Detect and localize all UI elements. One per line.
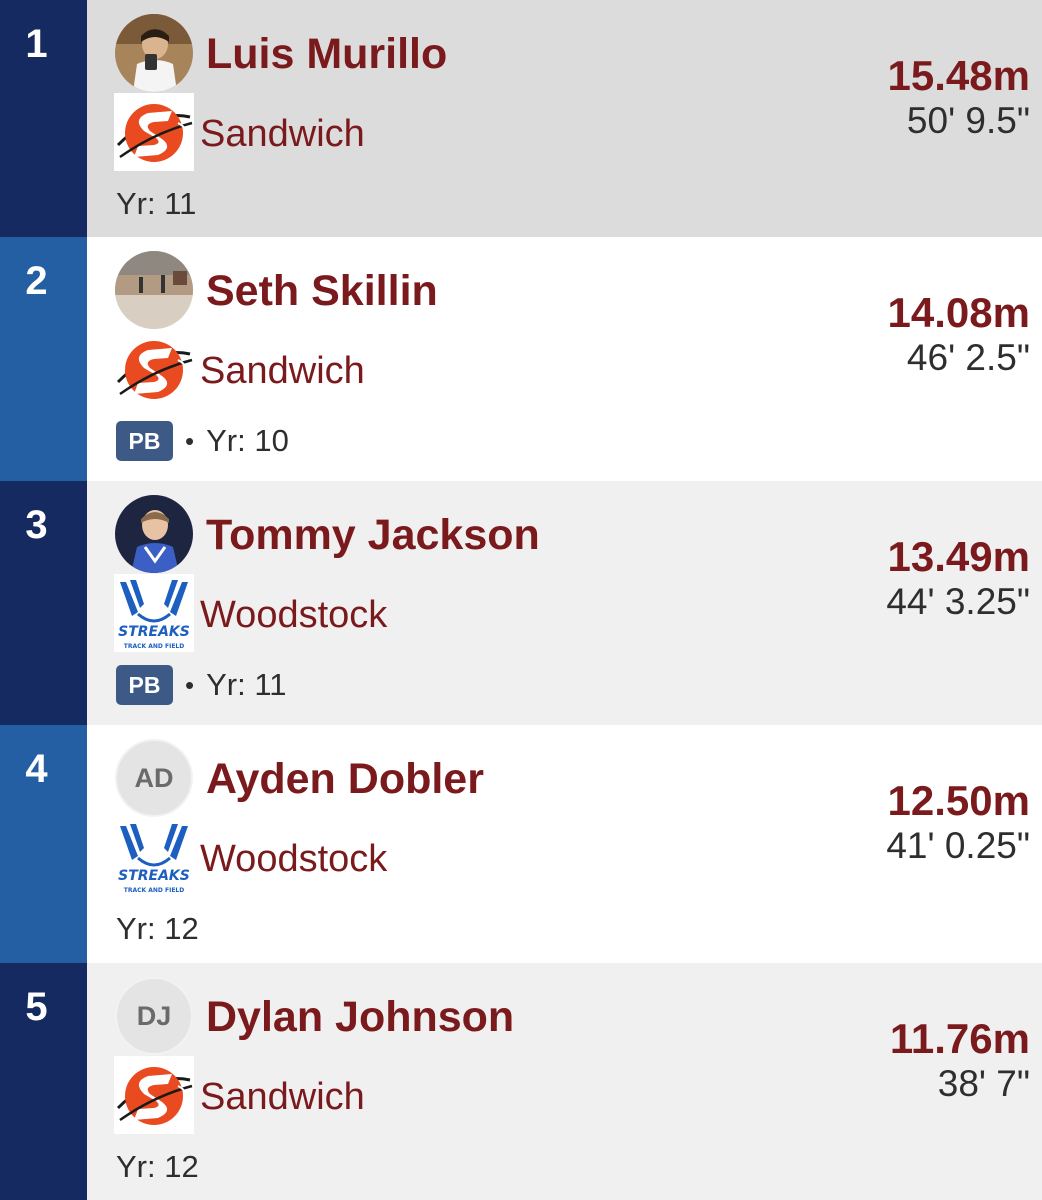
separator-dot: • [185,425,195,456]
athlete-meta: Yr: 12 [116,909,199,949]
athlete-meta: PB • Yr: 10 [116,421,289,461]
result-row[interactable]: 4 AD Ayden Dobler STREAKS TRACK AND FIEL… [0,725,1042,963]
results-list: 1 Luis Murillo Sandwich Yr: 11 15.48m 50… [0,0,1042,1200]
year-label: Yr: 11 [116,186,197,221]
athlete-avatar[interactable] [115,14,193,92]
team-name[interactable]: Sandwich [200,113,365,156]
athlete-name[interactable]: Ayden Dobler [206,755,484,804]
team-name[interactable]: Woodstock [200,594,387,637]
result-row[interactable]: 2 Seth Skillin Sandwich PB • Yr: 10 14.0… [0,237,1042,481]
rank: 1 [0,0,87,237]
year-label: Yr: 11 [206,667,287,702]
sandwich-logo [114,93,194,171]
mark-metric: 15.48m [887,52,1030,99]
streaks-subtitle: TRACK AND FIELD [124,643,184,650]
rank: 4 [0,725,87,963]
streaks-logo: STREAKS TRACK AND FIELD [114,574,194,652]
athlete-meta: PB • Yr: 11 [116,665,287,705]
athlete-avatar[interactable] [115,495,193,573]
team-name[interactable]: Sandwich [200,1076,365,1119]
mark-imperial: 46' 2.5" [906,337,1030,378]
athlete-meta: Yr: 12 [116,1147,199,1187]
pb-badge: PB [116,421,173,461]
athlete-avatar[interactable]: DJ [115,977,193,1055]
result-row[interactable]: 3 Tommy Jackson STREAKS TRACK AND FIELD [0,481,1042,725]
separator-dot: • [185,669,195,700]
mark-metric: 12.50m [887,777,1030,824]
result-row[interactable]: 5 DJ Dylan Johnson Sandwich Yr: 12 11.76… [0,963,1042,1200]
rank: 2 [0,237,87,481]
year-label: Yr: 10 [206,423,289,458]
mark-metric: 13.49m [887,533,1030,580]
mark-metric: 11.76m [889,1015,1030,1062]
team-name[interactable]: Sandwich [200,350,365,393]
athlete-avatar[interactable]: AD [115,739,193,817]
athlete-name[interactable]: Dylan Johnson [206,993,514,1042]
athlete-avatar[interactable] [115,251,193,329]
year-label: Yr: 12 [116,1149,199,1184]
athlete-name[interactable]: Tommy Jackson [206,511,540,560]
streaks-subtitle: TRACK AND FIELD [124,887,184,894]
athlete-meta: Yr: 11 [116,184,196,224]
rank: 5 [0,963,87,1200]
athlete-name[interactable]: Luis Murillo [206,30,447,79]
streaks-wordmark: STREAKS [118,624,190,640]
mark-imperial: 41' 0.25" [886,825,1030,866]
sandwich-logo [114,1056,194,1134]
rank: 3 [0,481,87,725]
mark-imperial: 44' 3.25" [886,581,1030,622]
team-name[interactable]: Woodstock [200,838,387,881]
pb-badge: PB [116,665,173,705]
streaks-wordmark: STREAKS [118,868,190,884]
athlete-name[interactable]: Seth Skillin [206,267,438,316]
result-row[interactable]: 1 Luis Murillo Sandwich Yr: 11 15.48m 50… [0,0,1042,237]
sandwich-logo [114,330,194,408]
mark-imperial: 38' 7" [937,1063,1030,1104]
streaks-logo: STREAKS TRACK AND FIELD [114,818,194,896]
mark-imperial: 50' 9.5" [906,100,1030,141]
year-label: Yr: 12 [116,911,199,946]
mark-metric: 14.08m [887,289,1030,336]
